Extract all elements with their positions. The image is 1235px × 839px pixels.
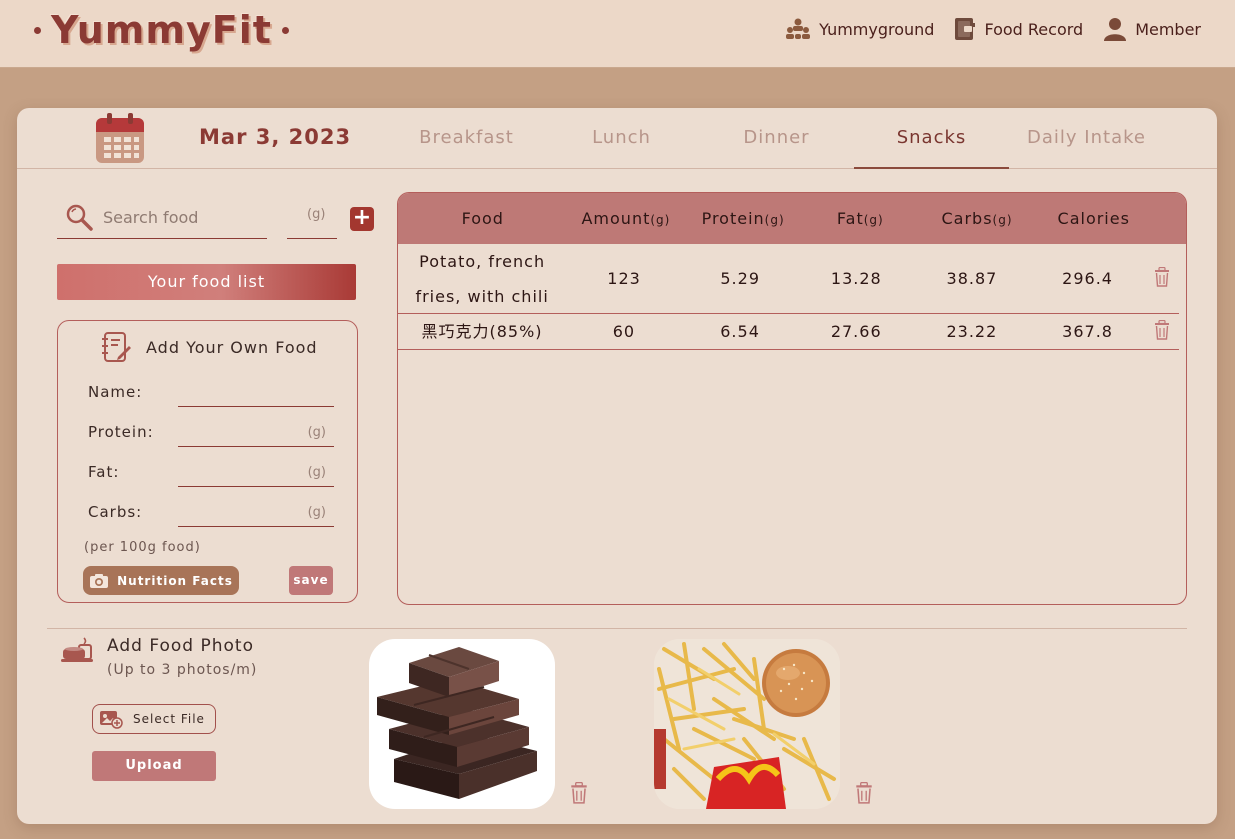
carbs-field[interactable]: (g) bbox=[178, 497, 334, 527]
nutrition-facts-button[interactable]: Nutrition Facts bbox=[83, 566, 239, 595]
food-tray-icon bbox=[61, 637, 93, 662]
trash-icon[interactable] bbox=[1154, 266, 1170, 287]
nutrition-facts-label: Nutrition Facts bbox=[117, 573, 233, 588]
select-file-label: Select File bbox=[133, 712, 205, 726]
carbs-label: Carbs: bbox=[88, 503, 143, 521]
nav-member-label: Member bbox=[1135, 19, 1201, 39]
cell-fat: 13.28 bbox=[830, 269, 882, 288]
cell-food: 黑巧克力(85%) bbox=[421, 322, 543, 341]
cell-fat: 27.66 bbox=[830, 322, 882, 341]
trash-icon[interactable] bbox=[570, 782, 588, 804]
nav-food-record[interactable]: Food Record bbox=[954, 17, 1083, 41]
photo-section-subtitle: (Up to 3 photos/m) bbox=[107, 662, 258, 678]
meal-tabs: Breakfast Lunch Dinner Snacks Daily Inta… bbox=[389, 108, 1164, 169]
food-table: Food Amount(g) Protein(g) Fat(g) Carbs(g… bbox=[397, 192, 1187, 605]
table-header: Food Amount(g) Protein(g) Fat(g) Carbs(g… bbox=[398, 193, 1186, 244]
carbs-unit: (g) bbox=[307, 505, 326, 520]
cell-calories: 367.8 bbox=[1062, 322, 1113, 341]
col-food: Food bbox=[461, 209, 504, 228]
cell-protein: 5.29 bbox=[720, 269, 760, 288]
top-header: YummyFit Yummyground Food Record Member bbox=[0, 0, 1235, 68]
cell-carbs: 38.87 bbox=[946, 269, 998, 288]
protein-field[interactable]: (g) bbox=[178, 417, 334, 447]
logo-dot-left bbox=[34, 26, 41, 34]
trash-icon[interactable] bbox=[855, 782, 873, 804]
food-record-card: Mar 3, 2023 Breakfast Lunch Dinner Snack… bbox=[17, 108, 1217, 824]
row-delete bbox=[1145, 319, 1179, 344]
fat-unit: (g) bbox=[307, 465, 326, 480]
name-field[interactable] bbox=[178, 377, 334, 407]
own-food-title: Add Your Own Food bbox=[146, 337, 318, 357]
amount-unit: (g) bbox=[307, 207, 326, 222]
your-food-list-button[interactable]: Your food list bbox=[57, 264, 356, 300]
food-photo-fries[interactable] bbox=[654, 639, 840, 809]
photo-section-text: Add Food Photo (Up to 3 photos/m) bbox=[107, 636, 257, 678]
protein-row: Protein: (g) bbox=[88, 417, 334, 447]
tab-breakfast[interactable]: Breakfast bbox=[389, 108, 544, 169]
photo-section-header: Add Food Photo (Up to 3 photos/m) bbox=[61, 636, 257, 678]
fries-burger-image bbox=[654, 639, 840, 809]
photo-section-title: Add Food Photo bbox=[107, 636, 254, 656]
table-row: 黑巧克力(85%) 60 6.54 27.66 23.22 367.8 bbox=[398, 314, 1179, 350]
tab-lunch[interactable]: Lunch bbox=[544, 108, 699, 169]
logo[interactable]: YummyFit bbox=[34, 8, 289, 52]
calendar-icon[interactable] bbox=[95, 112, 145, 164]
amount-input[interactable]: (g) bbox=[287, 196, 337, 239]
selected-date[interactable]: Mar 3, 2023 bbox=[199, 125, 351, 149]
nav-food-record-label: Food Record bbox=[984, 19, 1084, 39]
search-field bbox=[57, 196, 267, 239]
name-row: Name: bbox=[88, 377, 334, 407]
fat-label: Fat: bbox=[88, 463, 120, 481]
add-image-icon bbox=[100, 711, 123, 729]
per-100g-note: (per 100g food) bbox=[84, 540, 201, 555]
col-carbs: Carbs(g) bbox=[941, 209, 1013, 228]
nav-member[interactable]: Member bbox=[1103, 17, 1201, 41]
tab-snacks[interactable]: Snacks bbox=[854, 108, 1009, 169]
select-file-button[interactable]: Select File bbox=[92, 704, 216, 734]
name-label: Name: bbox=[88, 383, 143, 401]
trash-icon[interactable] bbox=[1154, 319, 1170, 340]
person-icon bbox=[1104, 18, 1127, 41]
cell-amount: 123 bbox=[607, 269, 641, 288]
notebook-icon bbox=[955, 18, 976, 40]
food-photo-chocolate[interactable] bbox=[369, 639, 555, 809]
main-nav: Yummyground Food Record Member bbox=[785, 17, 1201, 41]
search-input[interactable] bbox=[103, 207, 253, 227]
protein-unit: (g) bbox=[307, 425, 326, 440]
save-button[interactable]: save bbox=[289, 566, 333, 595]
nav-yummyground-label: Yummyground bbox=[819, 19, 935, 39]
nav-yummyground[interactable]: Yummyground bbox=[785, 18, 934, 40]
add-own-food-panel: Add Your Own Food Name: Protein: (g) Fat… bbox=[57, 320, 358, 603]
fat-row: Fat: (g) bbox=[88, 457, 334, 487]
row-delete bbox=[1145, 266, 1179, 291]
tab-dinner[interactable]: Dinner bbox=[699, 108, 854, 169]
cell-carbs: 23.22 bbox=[946, 322, 998, 341]
carbs-row: Carbs: (g) bbox=[88, 497, 334, 527]
col-amount: Amount(g) bbox=[581, 209, 671, 228]
own-food-header: Add Your Own Food bbox=[100, 331, 318, 363]
recipe-notebook-icon bbox=[102, 332, 131, 362]
col-protein: Protein(g) bbox=[701, 209, 785, 228]
cell-amount: 60 bbox=[612, 322, 636, 341]
group-icon bbox=[786, 18, 811, 39]
camera-icon bbox=[90, 573, 109, 588]
col-fat: Fat(g) bbox=[836, 209, 884, 228]
chocolate-image bbox=[377, 647, 537, 799]
logo-text: YummyFit bbox=[51, 8, 272, 52]
search-icon bbox=[66, 204, 93, 231]
fat-field[interactable]: (g) bbox=[178, 457, 334, 487]
cell-food: Potato, french fries, with chili bbox=[415, 251, 549, 306]
logo-dot-right bbox=[281, 26, 289, 34]
cell-protein: 6.54 bbox=[720, 322, 760, 341]
tab-daily-intake[interactable]: Daily Intake bbox=[1009, 108, 1164, 169]
date-tab-row: Mar 3, 2023 Breakfast Lunch Dinner Snack… bbox=[17, 108, 1217, 169]
add-food-button[interactable]: + bbox=[350, 207, 374, 231]
section-divider bbox=[47, 628, 1187, 629]
table-row: Potato, french fries, with chili 123 5.2… bbox=[398, 244, 1179, 314]
cell-calories: 296.4 bbox=[1062, 269, 1113, 288]
protein-label: Protein: bbox=[88, 423, 154, 441]
col-calories: Calories bbox=[1057, 209, 1130, 228]
upload-button[interactable]: Upload bbox=[92, 751, 216, 781]
